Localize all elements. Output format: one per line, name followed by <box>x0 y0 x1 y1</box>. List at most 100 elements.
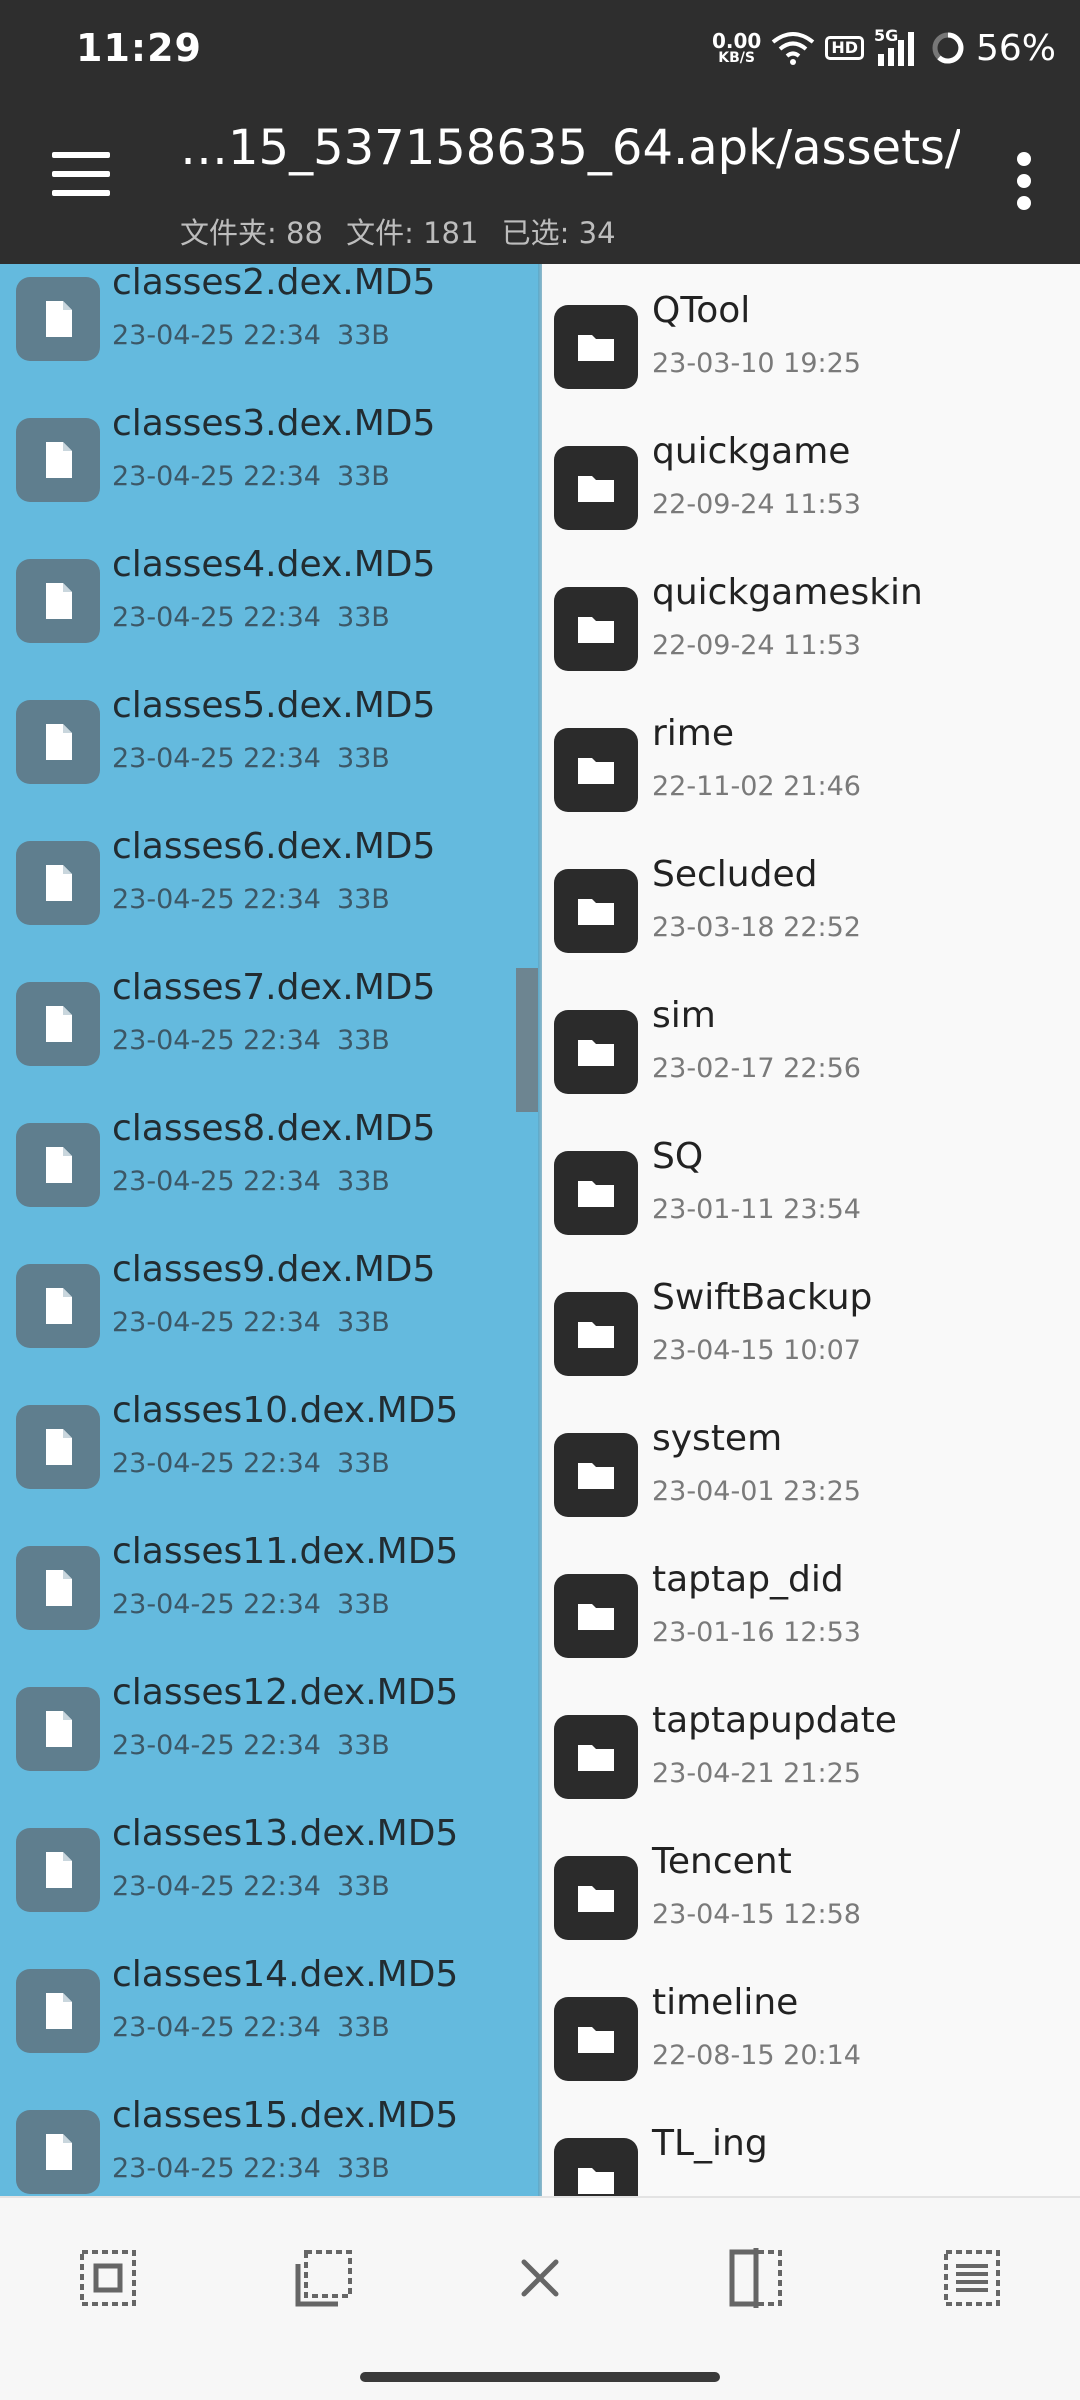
item-meta: 23-01-11 23:54 <box>652 1194 861 1225</box>
file-item[interactable]: classes13.dex.MD5 23-04-25 22:34 33B <box>0 1801 542 1942</box>
path-title: …15_537158635_64.apk/assets/ <box>180 120 960 176</box>
file-item[interactable]: classes7.dex.MD5 23-04-25 22:34 33B <box>0 955 542 1096</box>
item-size: 33B <box>336 602 390 633</box>
item-size: 33B <box>336 1166 390 1197</box>
item-date: 23-04-25 22:34 <box>112 320 321 351</box>
item-meta: 23-04-25 22:34 33B <box>112 602 390 633</box>
folder-item[interactable]: Secluded 23-03-18 22:52 <box>542 842 1080 983</box>
folder-item[interactable]: quickgameskin 22-09-24 11:53 <box>542 560 1080 701</box>
folder-item[interactable]: sim 23-02-17 22:56 <box>542 983 1080 1124</box>
file-name: classes12.dex.MD5 <box>112 1672 459 1713</box>
more-options-icon[interactable] <box>1012 152 1036 210</box>
gesture-nav-bar[interactable] <box>360 2372 720 2382</box>
item-date: 23-03-10 19:25 <box>652 348 861 379</box>
folder-icon <box>554 1715 638 1799</box>
menu-icon[interactable] <box>52 152 112 196</box>
folder-icon <box>554 1010 638 1094</box>
file-item[interactable]: classes5.dex.MD5 23-04-25 22:34 33B <box>0 673 542 814</box>
file-icon <box>16 1969 100 2053</box>
file-item[interactable]: classes6.dex.MD5 23-04-25 22:34 33B <box>0 814 542 955</box>
item-meta: 23-04-25 22:34 33B <box>112 743 390 774</box>
folder-item[interactable]: SQ 23-01-11 23:54 <box>542 1124 1080 1265</box>
item-meta: 23-01-16 12:53 <box>652 1617 861 1648</box>
file-item[interactable]: classes3.dex.MD5 23-04-25 22:34 33B <box>0 391 542 532</box>
select-range-icon[interactable] <box>292 2246 356 2310</box>
file-item[interactable]: classes9.dex.MD5 23-04-25 22:34 33B <box>0 1237 542 1378</box>
cell-signal-icon: 5G <box>874 26 920 68</box>
item-date: 23-04-25 22:34 <box>112 2153 321 2184</box>
right-file-pane[interactable]: QTool 23-03-10 19:25 quickgame 22-09-24 11:… <box>542 264 1080 2196</box>
folder-icon <box>554 869 638 953</box>
file-name: classes2.dex.MD5 <box>112 264 436 303</box>
folder-icon <box>554 1151 638 1235</box>
network-speed: 0.00 KB/S <box>712 31 761 65</box>
item-meta: 23-04-25 22:34 33B <box>112 1166 390 1197</box>
folder-item[interactable]: taptapupdate 23-04-21 21:25 <box>542 1688 1080 1829</box>
clear-selection-icon[interactable] <box>508 2246 572 2310</box>
select-list-icon[interactable] <box>940 2246 1004 2310</box>
select-all-icon[interactable] <box>76 2246 140 2310</box>
item-date: 23-04-25 22:34 <box>112 1730 321 1761</box>
item-meta: 23-03-10 19:25 <box>652 348 861 379</box>
file-item[interactable]: classes4.dex.MD5 23-04-25 22:34 33B <box>0 532 542 673</box>
left-pane-scrollbar[interactable] <box>516 968 538 1112</box>
item-date: 23-04-25 22:34 <box>112 1871 321 1902</box>
item-size: 33B <box>336 1871 390 1902</box>
file-icon <box>16 1687 100 1771</box>
item-date: 23-04-25 22:34 <box>112 461 321 492</box>
file-item[interactable]: classes15.dex.MD5 23-04-25 22:34 33B <box>0 2083 542 2196</box>
folder-item[interactable]: timeline 22-08-15 20:14 <box>542 1970 1080 2111</box>
file-item[interactable]: classes11.dex.MD5 23-04-25 22:34 33B <box>0 1519 542 1660</box>
folder-item[interactable]: Tencent 23-04-15 12:58 <box>542 1829 1080 1970</box>
file-name: classes14.dex.MD5 <box>112 1954 459 1995</box>
item-date: 22-11-02 21:46 <box>652 771 861 802</box>
folder-name: system <box>652 1418 783 1459</box>
folder-name: sim <box>652 995 716 1036</box>
item-size: 33B <box>336 2153 390 2184</box>
item-date: 23-01-11 23:54 <box>652 1194 861 1225</box>
item-date: 23-04-25 22:34 <box>112 884 321 915</box>
item-meta: 22-09-24 11:53 <box>652 630 861 661</box>
folder-item[interactable]: quickgame 22-09-24 11:53 <box>542 419 1080 560</box>
folder-item[interactable]: rime 22-11-02 21:46 <box>542 701 1080 842</box>
folder-item[interactable]: TL_ing <box>542 2111 1080 2196</box>
file-item[interactable]: classes12.dex.MD5 23-04-25 22:34 33B <box>0 1660 542 1801</box>
item-meta: 23-04-25 22:34 33B <box>112 2012 390 2043</box>
item-size: 33B <box>336 1307 390 1338</box>
wifi-icon <box>772 32 815 65</box>
item-date: 23-04-15 10:07 <box>652 1335 861 1366</box>
item-size: 33B <box>336 1730 390 1761</box>
item-date: 23-03-18 22:52 <box>652 912 861 943</box>
item-meta: 23-04-25 22:34 33B <box>112 461 390 492</box>
folder-name: taptapupdate <box>652 1700 897 1741</box>
folder-name: QTool <box>652 290 751 331</box>
folder-item[interactable]: system 23-04-01 23:25 <box>542 1406 1080 1547</box>
file-icon <box>16 1405 100 1489</box>
item-date: 23-04-25 22:34 <box>112 743 321 774</box>
file-icon <box>16 1264 100 1348</box>
folder-item[interactable]: SwiftBackup 23-04-15 10:07 <box>542 1265 1080 1406</box>
folder-item[interactable]: QTool 23-03-10 19:25 <box>542 278 1080 419</box>
folder-icon <box>554 1856 638 1940</box>
file-icon <box>16 1828 100 1912</box>
invert-selection-icon[interactable] <box>724 2246 788 2310</box>
folder-icon <box>554 446 638 530</box>
file-item[interactable]: classes14.dex.MD5 23-04-25 22:34 33B <box>0 1942 542 2083</box>
file-item[interactable]: classes10.dex.MD5 23-04-25 22:34 33B <box>0 1378 542 1519</box>
folder-icon <box>554 1433 638 1517</box>
item-meta: 23-04-25 22:34 33B <box>112 1871 390 1902</box>
file-item[interactable]: classes2.dex.MD5 23-04-25 22:34 33B <box>0 264 542 391</box>
item-date: 22-09-24 11:53 <box>652 630 861 661</box>
item-size: 33B <box>336 1448 390 1479</box>
file-name: classes5.dex.MD5 <box>112 685 436 726</box>
folder-name: SwiftBackup <box>652 1277 873 1318</box>
status-time: 11:29 <box>76 26 202 70</box>
file-item[interactable]: classes8.dex.MD5 23-04-25 22:34 33B <box>0 1096 542 1237</box>
item-meta: 23-02-17 22:56 <box>652 1053 861 1084</box>
left-file-pane[interactable]: classes2.dex.MD5 23-04-25 22:34 33B classes… <box>0 264 542 2196</box>
battery-percentage: 56% <box>975 27 1056 69</box>
folder-item[interactable]: taptap_did 23-01-16 12:53 <box>542 1547 1080 1688</box>
item-meta: 22-09-24 11:53 <box>652 489 861 520</box>
file-name: classes9.dex.MD5 <box>112 1249 436 1290</box>
item-meta: 23-04-25 22:34 33B <box>112 1025 390 1056</box>
